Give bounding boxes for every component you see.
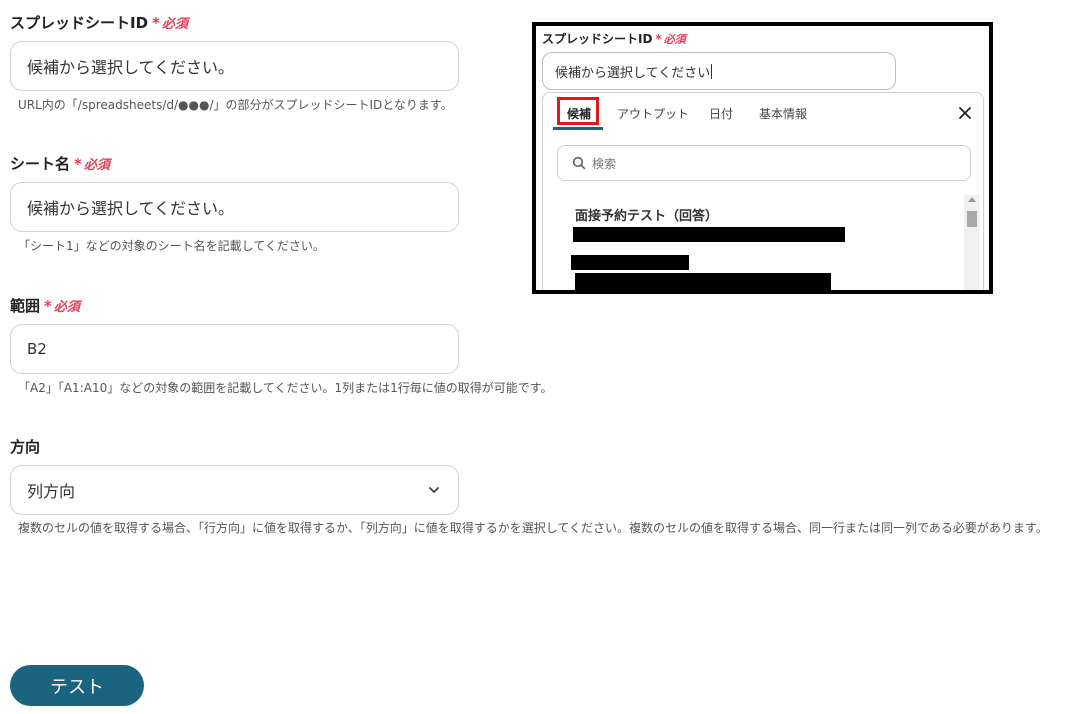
required-asterisk: * (152, 14, 160, 32)
scroll-up-arrow-icon[interactable] (968, 197, 976, 202)
suggestion-panel: 候補 アウトプット 日付 基本情報 検索 面接予約テスト（回答） (542, 92, 984, 290)
search-input[interactable]: 検索 (557, 145, 971, 181)
sheet-name-help: 「シート1」などの対象のシート名を記載してください。 (18, 239, 325, 253)
redacted-bar (573, 227, 845, 242)
form-page: スプレッドシートID * 必須 候補から選択してください。 URL内の「/spr… (0, 0, 1085, 714)
test-button[interactable]: テスト (10, 665, 144, 706)
close-icon[interactable] (957, 105, 973, 121)
option-item-title[interactable]: 面接予約テスト（回答） (575, 205, 718, 224)
inset-screenshot: スプレッドシートID * 必須 候補から選択してください 候補 アウトプット 日… (532, 22, 993, 294)
redacted-bar (571, 255, 689, 270)
inset-spreadsheet-id-input[interactable]: 候補から選択してください (542, 52, 896, 90)
tab-basic-info[interactable]: 基本情報 (759, 105, 807, 122)
chevron-down-icon (429, 487, 439, 493)
sheet-name-input[interactable]: 候補から選択してください。 (10, 182, 459, 232)
direction-help: 複数のセルの値を取得する場合、「行方向」に値を取得するか、「列方向」に値を取得す… (18, 521, 1048, 535)
required-badge: 必須 (53, 300, 80, 315)
required-asterisk: * (44, 297, 52, 315)
required-badge: 必須 (83, 158, 110, 173)
required-asterisk: * (74, 155, 82, 173)
redacted-bar (575, 273, 831, 290)
required-badge: 必須 (161, 17, 188, 32)
inset-spreadsheet-id-label: スプレッドシートID * 必須 (542, 32, 686, 46)
range-help: 「A2」「A1:A10」などの対象の範囲を記載してください。1列または1行毎に値… (18, 381, 553, 395)
scrollbar-thumb[interactable] (967, 211, 977, 227)
spreadsheet-id-input[interactable]: 候補から選択してください。 (10, 41, 459, 91)
tab-candidates[interactable]: 候補 (567, 105, 591, 122)
range-input[interactable]: B2 (10, 324, 459, 374)
tab-output[interactable]: アウトプット (617, 105, 689, 122)
tab-bar: 候補 アウトプット 日付 基本情報 (543, 93, 983, 133)
range-label: 範囲 * 必須 (10, 297, 80, 315)
spreadsheet-id-help: URL内の「/spreadsheets/d/●●●/」の部分がスプレッドシートI… (18, 98, 453, 112)
required-badge: 必須 (663, 33, 686, 46)
search-icon (572, 156, 586, 170)
direction-label: 方向 (10, 438, 41, 456)
scrollbar-track[interactable] (964, 195, 980, 290)
sheet-name-label: シート名 * 必須 (10, 155, 110, 173)
text-caret (711, 63, 713, 79)
required-asterisk: * (655, 32, 662, 46)
direction-select[interactable]: 列方向 (10, 465, 459, 515)
active-tab-indicator (553, 127, 603, 130)
spreadsheet-id-label: スプレッドシートID * 必須 (10, 14, 188, 32)
tab-date[interactable]: 日付 (709, 105, 733, 122)
